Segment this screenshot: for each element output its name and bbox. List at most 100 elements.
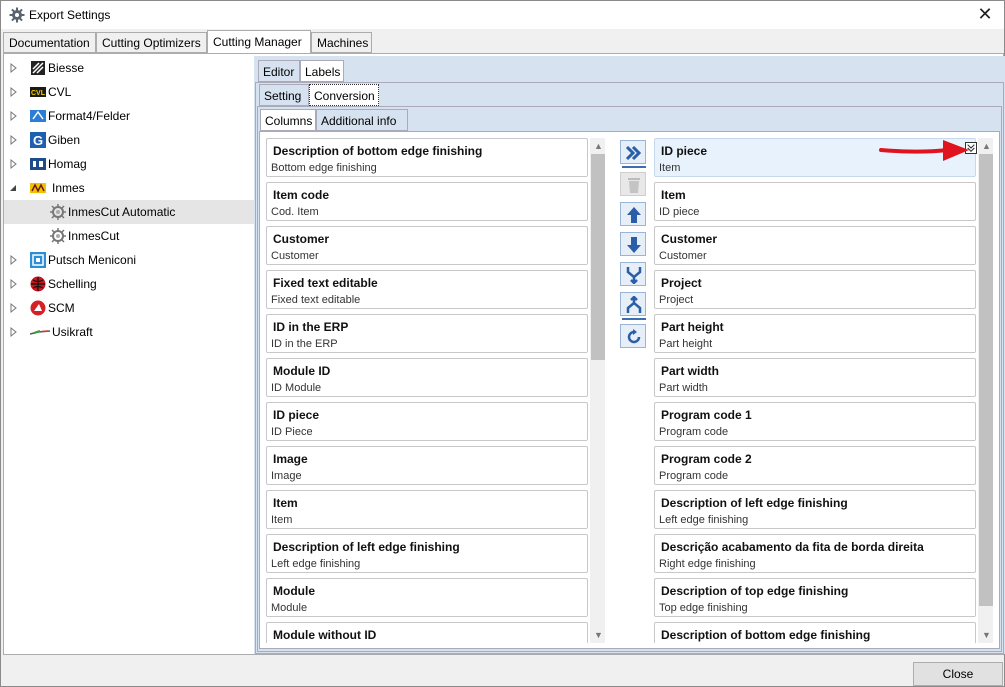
tab-cutting-optimizers[interactable]: Cutting Optimizers: [96, 32, 207, 53]
tree-item-giben[interactable]: G Giben: [4, 128, 254, 152]
tree-item-usikraft[interactable]: Usikraft: [4, 320, 254, 344]
list-item[interactable]: Description of bottom edge finishing Bott…: [266, 138, 588, 177]
tree-item-biesse[interactable]: Biesse: [4, 56, 254, 80]
list-item[interactable]: Program code 2 Program code: [654, 446, 976, 485]
item-subtitle: Part height: [659, 338, 713, 350]
list-item[interactable]: Module Module: [266, 578, 588, 617]
tab-cutting-manager[interactable]: Cutting Manager: [207, 30, 311, 53]
item-subtitle: Right edge finishing: [659, 558, 756, 570]
tree-label: Usikraft: [52, 325, 93, 339]
expand-arrow-icon[interactable]: [10, 303, 18, 313]
selected-columns-list[interactable]: ID piece Item Item ID piece Customer Custo…: [648, 138, 993, 643]
tab-additional-info[interactable]: Additional info: [316, 109, 408, 131]
labels-panel: Setting Conversion Columns Additional in…: [255, 82, 1004, 654]
item-subtitle: ID Module: [271, 382, 322, 394]
tab-machines[interactable]: Machines: [311, 32, 372, 53]
giben-icon: G: [30, 132, 46, 148]
merge-button[interactable]: [620, 262, 646, 286]
tree-item-schelling[interactable]: Schelling: [4, 272, 254, 296]
svg-text:CVL: CVL: [31, 90, 46, 97]
expand-arrow-icon[interactable]: [10, 327, 18, 337]
delete-button[interactable]: [620, 172, 646, 196]
list-item[interactable]: ID piece ID Piece: [266, 402, 588, 441]
scroll-down-icon[interactable]: ▼: [978, 627, 993, 643]
expand-arrow-icon[interactable]: [10, 135, 18, 145]
expand-arrow-icon[interactable]: [10, 159, 18, 169]
list-item[interactable]: Part width Part width: [654, 358, 976, 397]
list-item[interactable]: Description of left edge finishing Left e…: [654, 490, 976, 529]
item-title: ID piece: [273, 408, 320, 422]
tab-columns[interactable]: Columns: [260, 109, 316, 131]
list-item[interactable]: Part height Part height: [654, 314, 976, 353]
expand-arrow-icon[interactable]: [10, 111, 18, 121]
scrollbar-thumb[interactable]: [591, 154, 605, 360]
double-chevron-right-icon: [625, 145, 642, 161]
list-item[interactable]: Image Image: [266, 446, 588, 485]
scroll-up-icon[interactable]: ▲: [590, 138, 605, 154]
collapse-arrow-icon[interactable]: [9, 183, 17, 193]
tree-item-cvl[interactable]: CVL CVL: [4, 80, 254, 104]
scroll-up-icon[interactable]: ▲: [978, 138, 993, 154]
item-subtitle: ID Piece: [271, 426, 313, 438]
window-close-button[interactable]: ✕: [974, 4, 996, 26]
tab-labels[interactable]: Labels: [300, 60, 344, 82]
scroll-down-icon[interactable]: ▼: [590, 627, 605, 643]
tab-content: Biesse CVL CVL Format4/Felder G Giben Ho…: [3, 53, 1005, 655]
tab-conversion[interactable]: Conversion: [309, 84, 379, 106]
svg-text:G: G: [33, 133, 43, 148]
tree-item-homag[interactable]: Homag: [4, 152, 254, 176]
selected-list-scrollbar[interactable]: ▲ ▼: [978, 138, 993, 643]
expand-arrow-icon[interactable]: [10, 255, 18, 265]
list-item[interactable]: Description of bottom edge finishing: [654, 622, 976, 643]
move-down-button[interactable]: [620, 232, 646, 256]
columns-panel: Description of bottom edge finishing Bott…: [259, 131, 1000, 649]
reset-button[interactable]: [620, 324, 646, 348]
tab-setting[interactable]: Setting: [259, 84, 309, 106]
list-item[interactable]: Project Project: [654, 270, 976, 309]
scrollbar-thumb[interactable]: [979, 154, 993, 606]
split-button[interactable]: [620, 292, 646, 316]
available-list-scrollbar[interactable]: ▲ ▼: [590, 138, 605, 643]
list-item[interactable]: ID in the ERP ID in the ERP: [266, 314, 588, 353]
move-up-button[interactable]: [620, 202, 646, 226]
item-title: Description of bottom edge finishing: [273, 144, 483, 158]
available-columns-list[interactable]: Description of bottom edge finishing Bott…: [260, 138, 605, 643]
list-item[interactable]: Module ID ID Module: [266, 358, 588, 397]
list-item[interactable]: Item Item: [266, 490, 588, 529]
tree-item-format4-felder[interactable]: Format4/Felder: [4, 104, 254, 128]
arrow-up-icon: [627, 207, 641, 223]
close-button[interactable]: Close: [913, 662, 1003, 686]
item-subtitle: ID piece: [659, 206, 700, 218]
list-item[interactable]: Program code 1 Program code: [654, 402, 976, 441]
expand-arrow-icon[interactable]: [10, 87, 18, 97]
tree-item-inmescut[interactable]: InmesCut: [4, 224, 254, 248]
item-subtitle: Customer: [659, 250, 707, 262]
tab-editor[interactable]: Editor: [258, 60, 300, 82]
tree-item-putsch-meniconi[interactable]: Putsch Meniconi: [4, 248, 254, 272]
toolbar-separator: [622, 318, 646, 320]
item-title: Description of top edge finishing: [661, 584, 849, 598]
tree-item-inmes[interactable]: Inmes: [4, 176, 254, 200]
tree-item-inmescut-automatic[interactable]: InmesCut Automatic: [4, 200, 254, 224]
list-item[interactable]: Item code Cod. Item: [266, 182, 588, 221]
tree-label: Inmes: [52, 181, 85, 195]
tab-documentation[interactable]: Documentation: [3, 32, 96, 53]
list-item[interactable]: Customer Customer: [654, 226, 976, 265]
expand-arrow-icon[interactable]: [10, 279, 18, 289]
list-item[interactable]: Fixed text editable Fixed text editable: [266, 270, 588, 309]
expand-arrow-icon[interactable]: [10, 63, 18, 73]
list-item[interactable]: Item ID piece: [654, 182, 976, 221]
item-title: Item code: [273, 188, 330, 202]
list-item[interactable]: Customer Customer: [266, 226, 588, 265]
item-title: ID piece: [661, 144, 708, 158]
item-subtitle: Module: [271, 602, 308, 614]
item-subtitle: Program code: [659, 470, 729, 482]
list-item[interactable]: Description of left edge finishing Left e…: [266, 534, 588, 573]
tree-label: InmesCut: [68, 229, 120, 243]
list-item[interactable]: Description of top edge finishing Top edg…: [654, 578, 976, 617]
add-columns-button[interactable]: [620, 140, 646, 164]
tree-item-scm[interactable]: SCM: [4, 296, 254, 320]
list-item[interactable]: Module without ID: [266, 622, 588, 643]
item-subtitle: Project: [659, 294, 694, 306]
list-item[interactable]: Descrição acabamento da fita de borda di…: [654, 534, 976, 573]
